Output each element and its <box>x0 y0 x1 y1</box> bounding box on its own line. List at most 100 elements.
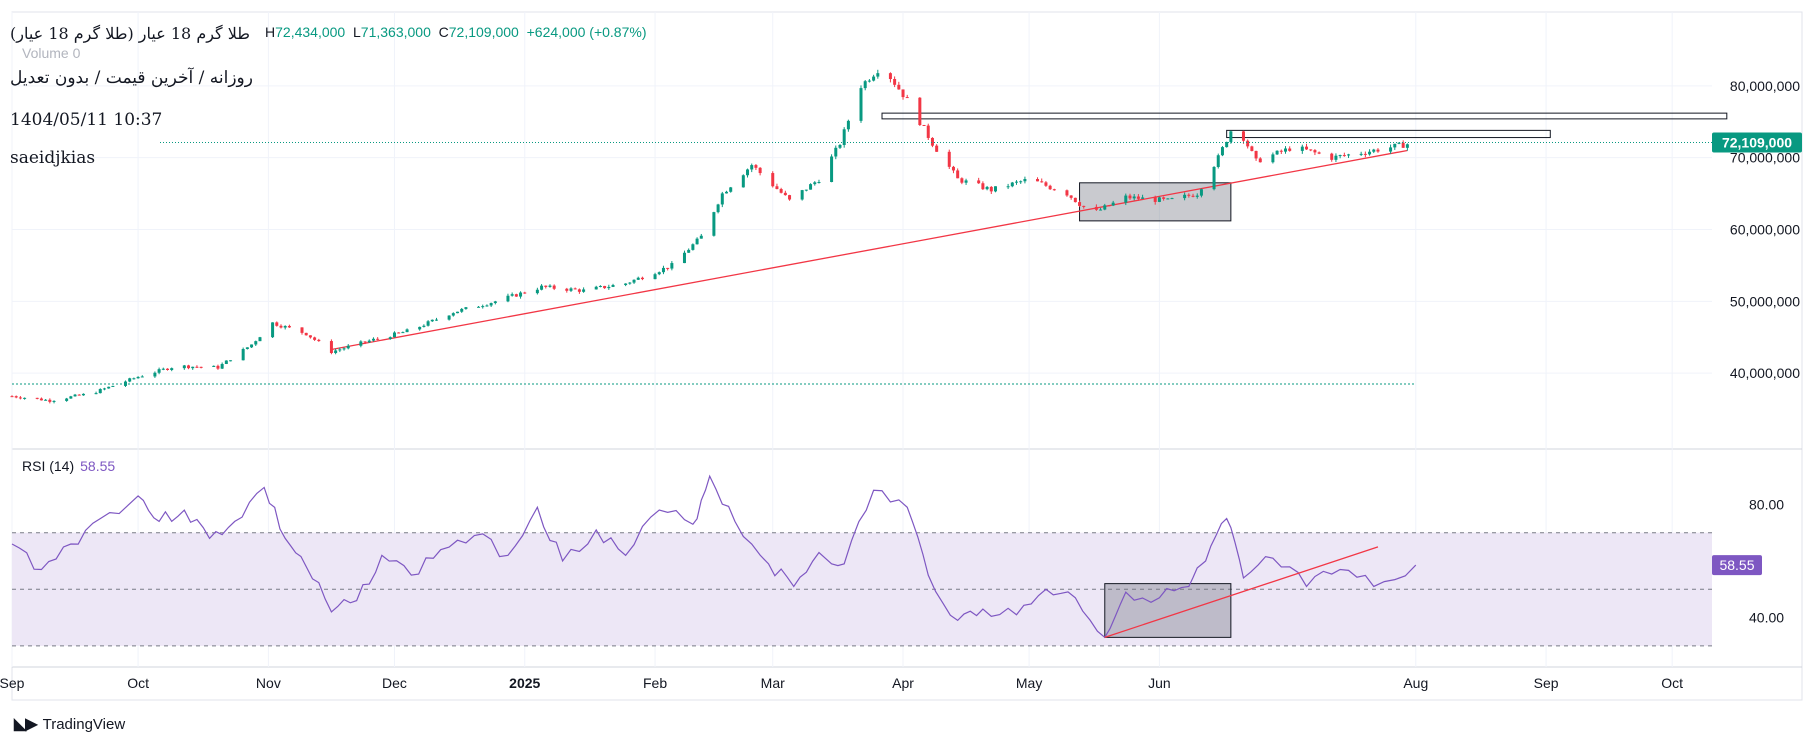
candle-body <box>250 344 254 348</box>
candle-body <box>1275 150 1279 155</box>
candle-body <box>540 285 544 290</box>
candle-body <box>481 306 485 308</box>
candle-body <box>73 394 77 397</box>
candle-body <box>258 337 262 342</box>
candle-body <box>506 295 510 302</box>
candle-body <box>1313 150 1317 153</box>
candle-body <box>926 125 930 138</box>
last-price-label: 72,109,000 <box>1722 135 1792 151</box>
candle-body <box>371 338 375 341</box>
candle-body <box>1241 131 1245 141</box>
candle-body <box>594 286 598 290</box>
rsi-legend[interactable]: RSI (14) 58.55 <box>22 458 115 474</box>
candle-body <box>636 277 640 280</box>
candle-body <box>44 399 48 401</box>
candle-body <box>166 368 170 370</box>
candle-body <box>1094 206 1098 210</box>
candle-body <box>477 306 481 308</box>
candle-body <box>1128 195 1132 199</box>
volume-label: Volume <box>22 45 69 61</box>
candle-body <box>1065 190 1069 196</box>
candle-body <box>39 398 43 401</box>
ohlc-low: 71,363,000 <box>360 24 431 40</box>
candle-body <box>229 360 233 362</box>
candle-body <box>81 393 85 396</box>
candle-body <box>691 244 695 250</box>
candle-body <box>960 178 964 183</box>
candle-body <box>157 369 161 373</box>
candle-body <box>985 186 989 190</box>
x-tick-label: Apr <box>892 675 914 691</box>
candle-body <box>746 169 750 176</box>
candle-body <box>182 365 186 369</box>
candle-body <box>489 303 493 306</box>
candle-body <box>872 76 876 81</box>
candle-body <box>573 288 577 290</box>
candle-body <box>935 145 939 152</box>
price-axis-label: 50,000,000 <box>1730 293 1800 309</box>
rsi-value-label: 58.55 <box>1719 557 1754 573</box>
candle-body <box>342 348 346 350</box>
symbol-title: طلا گرم 18 عیار (طلا گرم 18 عیار) <box>10 24 251 43</box>
candle-body <box>653 274 657 280</box>
x-tick-label: 2025 <box>509 675 540 691</box>
trendline <box>331 149 1408 351</box>
candle-body <box>830 156 834 183</box>
candle-body <box>1078 202 1082 206</box>
tradingview-brand[interactable]: ◣▶ TradingView <box>14 714 125 734</box>
volume-readout: Volume 0 <box>22 45 80 61</box>
candle-body <box>271 322 275 338</box>
candle-body <box>405 329 409 333</box>
candle-body <box>1284 148 1287 152</box>
x-tick-label: Oct <box>1661 675 1683 691</box>
candle-body <box>397 332 401 334</box>
candle-body <box>392 332 396 338</box>
candle-body <box>716 204 720 213</box>
candle-body <box>569 288 573 291</box>
candle-body <box>456 311 460 314</box>
candle-body <box>1019 181 1023 183</box>
price-axis-label: 60,000,000 <box>1730 222 1800 238</box>
candle-body <box>632 279 636 283</box>
candle-body <box>666 267 670 269</box>
resistance-zone <box>1226 129 1551 139</box>
candle-body <box>216 365 220 369</box>
candle-body <box>682 252 686 264</box>
candle-body <box>98 389 102 394</box>
candle-body <box>1397 142 1401 144</box>
candle-body <box>1368 151 1372 155</box>
candle-body <box>18 397 22 399</box>
candle-body <box>1044 182 1048 186</box>
candle-body <box>754 165 758 168</box>
candle-body <box>548 285 552 287</box>
candle-body <box>136 376 140 379</box>
rsi-value: 58.55 <box>80 458 116 474</box>
candle-body <box>800 190 804 200</box>
x-tick-label: Nov <box>256 675 281 691</box>
candle-body <box>514 294 518 297</box>
candle-body <box>287 325 291 328</box>
candle-body <box>897 84 901 90</box>
candle-body <box>329 341 333 354</box>
candle-body <box>1170 198 1174 200</box>
candle-body <box>107 386 111 389</box>
candle-body <box>363 341 367 343</box>
candle-body <box>720 193 724 205</box>
candle-body <box>123 381 127 386</box>
rsi-label: RSI (14) <box>22 458 75 474</box>
candle-body <box>346 345 350 349</box>
candle-body <box>1048 185 1052 190</box>
candle-body <box>846 120 850 130</box>
candle-body <box>220 363 224 369</box>
x-tick-label: Sep <box>1534 675 1559 691</box>
candle-body <box>1006 186 1010 188</box>
candle-body <box>23 397 27 399</box>
candle-body <box>981 183 985 190</box>
candle-body <box>788 195 792 200</box>
candle-body <box>964 180 968 183</box>
candle-body <box>859 88 863 121</box>
candle-body <box>834 147 838 157</box>
candle-body <box>1405 144 1409 148</box>
candle-body <box>552 285 556 289</box>
ohlc-change: +624,000 (+0.87%) <box>526 24 647 40</box>
